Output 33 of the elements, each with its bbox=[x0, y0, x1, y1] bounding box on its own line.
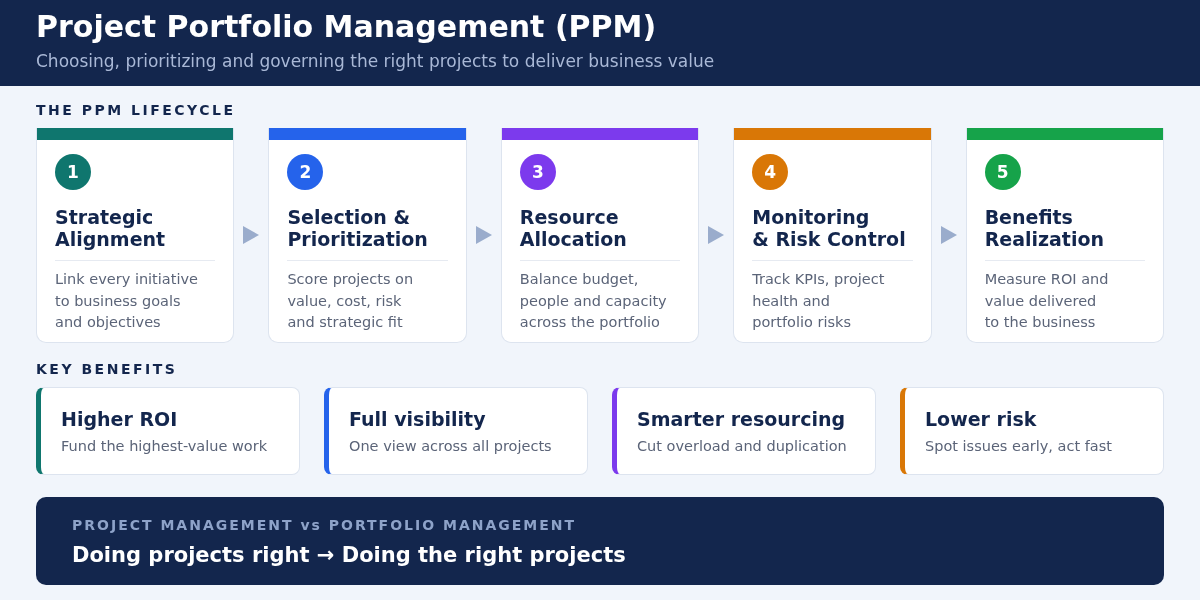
step-title: Benefits Realization bbox=[984, 206, 1106, 250]
step-title: Monitoring & Risk Control bbox=[752, 206, 907, 250]
step-description: Balance budget, people and capacity across the portfolio bbox=[519, 270, 668, 332]
arrow-icon bbox=[940, 226, 957, 245]
benefit-title: Higher ROI bbox=[61, 407, 179, 430]
benefit-description: One view across all projects bbox=[349, 437, 553, 454]
benefit-title: Full visibility bbox=[349, 407, 487, 430]
banner-headline: Doing projects right → Doing the right projects bbox=[72, 542, 627, 567]
step-number: 5 bbox=[984, 154, 1021, 190]
benefit-title: Smarter resourcing bbox=[637, 407, 847, 430]
step-description: Measure ROI and value delivered to the business bbox=[984, 270, 1110, 332]
step-number: 1 bbox=[55, 154, 91, 190]
step-number: 3 bbox=[519, 154, 556, 190]
banner-label: PROJECT MANAGEMENT vs PORTFOLIO MANAGEMENT bbox=[72, 516, 578, 533]
benefit-description: Fund the highest-value work bbox=[61, 437, 269, 454]
section-heading: THE PPM LIFECYCLE bbox=[36, 102, 237, 118]
step-description: Link every initiative to business goals and objectives bbox=[55, 270, 199, 332]
step-title: Strategic Alignment bbox=[55, 206, 167, 250]
step-description: Score projects on value, cost, risk and strategic fit bbox=[287, 270, 415, 332]
benefit-title: Lower risk bbox=[925, 407, 1038, 430]
arrow-icon bbox=[243, 226, 260, 245]
step-title: Resource Allocation bbox=[519, 206, 628, 250]
page-subtitle: Choosing, prioritizing and governing the right projects to deliver business value bbox=[36, 50, 716, 72]
step-description: Track KPIs, project health and portfolio risks bbox=[752, 270, 886, 332]
benefit-description: Cut overload and duplication bbox=[637, 437, 848, 454]
step-number: 2 bbox=[287, 154, 324, 190]
step-number: 4 bbox=[752, 154, 789, 190]
arrow-icon bbox=[475, 226, 492, 245]
arrow-icon bbox=[708, 226, 725, 245]
section-heading: KEY BENEFITS bbox=[36, 360, 179, 377]
benefit-description: Spot issues early, act fast bbox=[925, 437, 1113, 454]
page-title: Project Portfolio Management (PPM) bbox=[36, 8, 658, 46]
step-title: Selection & Prioritization bbox=[287, 206, 429, 250]
